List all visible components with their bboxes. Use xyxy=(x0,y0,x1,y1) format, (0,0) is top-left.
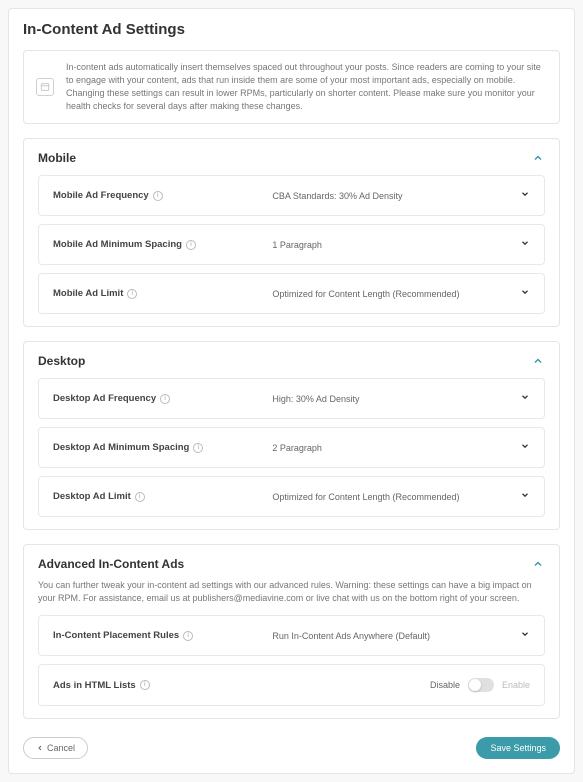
chevron-left-icon xyxy=(36,744,44,752)
help-icon[interactable]: i xyxy=(135,492,145,502)
placement-rules-row[interactable]: In-Content Placement Rules i Run In-Cont… xyxy=(38,615,545,656)
toggle-knob xyxy=(469,679,481,691)
placement-rules-select[interactable]: Run In-Content Ads Anywhere (Default) xyxy=(272,629,530,642)
chevron-down-icon xyxy=(520,392,530,405)
section-desktop: Desktop Desktop Ad Frequency i High: 30%… xyxy=(23,341,560,530)
help-icon[interactable]: i xyxy=(193,443,203,453)
label-text: Desktop Ad Minimum Spacing xyxy=(53,442,189,453)
label-text: Mobile Ad Minimum Spacing xyxy=(53,239,182,250)
chevron-down-icon xyxy=(520,238,530,251)
section-advanced-body: In-Content Placement Rules i Run In-Cont… xyxy=(24,605,559,718)
info-icon xyxy=(36,78,54,96)
info-text: In-content ads automatically insert them… xyxy=(66,61,547,113)
chevron-down-icon xyxy=(520,189,530,202)
placement-rules-label: In-Content Placement Rules i xyxy=(53,630,272,641)
toggle-disable-label: Disable xyxy=(430,680,460,690)
help-icon[interactable]: i xyxy=(186,240,196,250)
mobile-ad-limit-select[interactable]: Optimized for Content Length (Recommende… xyxy=(272,287,530,300)
desktop-ad-limit-label: Desktop Ad Limit i xyxy=(53,491,272,502)
mobile-ad-limit-label: Mobile Ad Limit i xyxy=(53,288,272,299)
desktop-ad-frequency-label: Desktop Ad Frequency i xyxy=(53,393,272,404)
mobile-ad-spacing-label: Mobile Ad Minimum Spacing i xyxy=(53,239,272,250)
ads-html-lists-row: Ads in HTML Lists i Disable Enable xyxy=(38,664,545,706)
section-mobile-body: Mobile Ad Frequency i CBA Standards: 30%… xyxy=(24,165,559,326)
label-text: Desktop Ad Limit xyxy=(53,491,131,502)
chevron-down-icon xyxy=(520,629,530,642)
toggle-enable-label: Enable xyxy=(502,680,530,690)
mobile-ad-frequency-select[interactable]: CBA Standards: 30% Ad Density xyxy=(272,189,530,202)
chevron-up-icon[interactable] xyxy=(531,151,545,165)
section-mobile-header[interactable]: Mobile xyxy=(24,139,559,165)
select-value: Optimized for Content Length (Recommende… xyxy=(272,492,459,502)
mobile-ad-limit-row[interactable]: Mobile Ad Limit i Optimized for Content … xyxy=(38,273,545,314)
cancel-label: Cancel xyxy=(47,743,75,753)
desktop-ad-spacing-row[interactable]: Desktop Ad Minimum Spacing i 2 Paragraph xyxy=(38,427,545,468)
chevron-down-icon xyxy=(520,287,530,300)
page-title: In-Content Ad Settings xyxy=(23,21,560,38)
chevron-down-icon xyxy=(520,490,530,503)
help-icon[interactable]: i xyxy=(183,631,193,641)
select-value: 1 Paragraph xyxy=(272,240,322,250)
footer: Cancel Save Settings xyxy=(23,737,560,759)
chevron-up-icon[interactable] xyxy=(531,557,545,571)
mobile-ad-spacing-row[interactable]: Mobile Ad Minimum Spacing i 1 Paragraph xyxy=(38,224,545,265)
label-text: Mobile Ad Frequency xyxy=(53,190,149,201)
label-text: In-Content Placement Rules xyxy=(53,630,179,641)
settings-page: In-Content Ad Settings In-content ads au… xyxy=(8,8,575,774)
section-mobile: Mobile Mobile Ad Frequency i CBA Standar… xyxy=(23,138,560,327)
ads-html-lists-toggle-group: Disable Enable xyxy=(430,678,530,692)
save-button[interactable]: Save Settings xyxy=(476,737,560,759)
chevron-down-icon xyxy=(520,441,530,454)
desktop-ad-limit-row[interactable]: Desktop Ad Limit i Optimized for Content… xyxy=(38,476,545,517)
section-mobile-title: Mobile xyxy=(38,151,76,165)
section-advanced-header[interactable]: Advanced In-Content Ads xyxy=(24,545,559,571)
cancel-button[interactable]: Cancel xyxy=(23,737,88,759)
mobile-ad-frequency-label: Mobile Ad Frequency i xyxy=(53,190,272,201)
section-advanced-description: You can further tweak your in-content ad… xyxy=(24,571,559,605)
select-value: 2 Paragraph xyxy=(272,443,322,453)
select-value: High: 30% Ad Density xyxy=(272,394,359,404)
section-desktop-header[interactable]: Desktop xyxy=(24,342,559,368)
section-advanced-title: Advanced In-Content Ads xyxy=(38,557,184,571)
desktop-ad-limit-select[interactable]: Optimized for Content Length (Recommende… xyxy=(272,490,530,503)
help-icon[interactable]: i xyxy=(160,394,170,404)
help-icon[interactable]: i xyxy=(140,680,150,690)
select-value: Run In-Content Ads Anywhere (Default) xyxy=(272,631,430,641)
section-desktop-title: Desktop xyxy=(38,354,85,368)
desktop-ad-spacing-label: Desktop Ad Minimum Spacing i xyxy=(53,442,272,453)
section-advanced: Advanced In-Content Ads You can further … xyxy=(23,544,560,719)
mobile-ad-frequency-row[interactable]: Mobile Ad Frequency i CBA Standards: 30%… xyxy=(38,175,545,216)
select-value: CBA Standards: 30% Ad Density xyxy=(272,191,402,201)
help-icon[interactable]: i xyxy=(153,191,163,201)
chevron-up-icon[interactable] xyxy=(531,354,545,368)
ads-html-lists-toggle[interactable] xyxy=(468,678,494,692)
info-banner: In-content ads automatically insert them… xyxy=(23,50,560,124)
ads-html-lists-label: Ads in HTML Lists i xyxy=(53,680,272,691)
label-text: Desktop Ad Frequency xyxy=(53,393,156,404)
mobile-ad-spacing-select[interactable]: 1 Paragraph xyxy=(272,238,530,251)
desktop-ad-frequency-select[interactable]: High: 30% Ad Density xyxy=(272,392,530,405)
select-value: Optimized for Content Length (Recommende… xyxy=(272,289,459,299)
desktop-ad-frequency-row[interactable]: Desktop Ad Frequency i High: 30% Ad Dens… xyxy=(38,378,545,419)
help-icon[interactable]: i xyxy=(127,289,137,299)
desktop-ad-spacing-select[interactable]: 2 Paragraph xyxy=(272,441,530,454)
section-desktop-body: Desktop Ad Frequency i High: 30% Ad Dens… xyxy=(24,368,559,529)
label-text: Ads in HTML Lists xyxy=(53,680,136,691)
label-text: Mobile Ad Limit xyxy=(53,288,123,299)
